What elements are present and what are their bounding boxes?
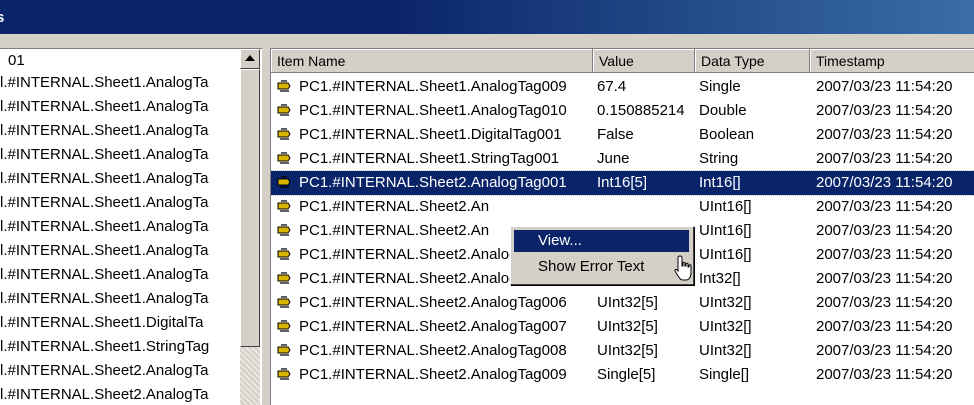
table-row[interactable]: PC1.#INTERNAL.Sheet1.AnalogTag009 67.4 Sin… <box>271 75 974 99</box>
tree-item[interactable]: l.#INTERNAL.Sheet1.AnalogTa <box>0 73 208 93</box>
tag-icon <box>277 80 291 92</box>
scroll-thumb[interactable] <box>240 69 260 347</box>
tree-item[interactable]: l.#INTERNAL.Sheet1.AnalogTa <box>0 265 208 285</box>
tree-item[interactable]: l.#INTERNAL.Sheet1.AnalogTa <box>0 97 208 117</box>
tag-icon <box>277 176 291 188</box>
tag-icon <box>277 368 291 380</box>
table-row[interactable]: PC1.#INTERNAL.Sheet1.DigitalTag001 False B… <box>271 123 974 147</box>
column-header-value[interactable]: Value <box>593 49 695 73</box>
tree-pane[interactable]: 01 l.#INTERNAL.Sheet1.AnalogTa l.#INTERN… <box>0 48 262 405</box>
tag-icon <box>277 104 291 116</box>
tree-item[interactable]: l.#INTERNAL.Sheet1.DigitalTa <box>0 313 203 333</box>
tree-item[interactable]: l.#INTERNAL.Sheet1.AnalogTa <box>0 145 208 165</box>
tag-icon <box>277 272 291 284</box>
menu-item-view[interactable]: View... <box>514 230 689 252</box>
mouse-pointer-icon <box>674 255 692 281</box>
cell-data-type: UInt16[] <box>699 198 752 215</box>
table-row[interactable]: PC1.#INTERNAL.Sheet2.AnalogTag008 UInt32[… <box>271 339 974 363</box>
cell-value: UInt32[5] <box>597 294 658 311</box>
cell-item-name: PC1.#INTERNAL.Sheet1.AnalogTag009 <box>299 78 567 95</box>
window-title: s <box>0 9 5 26</box>
cell-timestamp: 2007/03/23 11:54:20 <box>816 366 953 383</box>
tree-item[interactable]: l.#INTERNAL.Sheet1.StringTag <box>0 337 209 357</box>
cell-timestamp: 2007/03/23 11:54:20 <box>816 222 953 239</box>
column-header-timestamp[interactable]: Timestamp <box>810 49 974 73</box>
cell-timestamp: 2007/03/23 11:54:20 <box>816 150 953 167</box>
cell-data-type: Int32[] <box>699 270 741 287</box>
cell-data-type: Double <box>699 102 747 119</box>
cell-data-type: Single <box>699 78 741 95</box>
cell-data-type: UInt32[] <box>699 318 752 335</box>
tree-item[interactable]: l.#INTERNAL.Sheet2.AnalogTa <box>0 361 208 381</box>
cell-timestamp: 2007/03/23 11:54:20 <box>816 318 953 335</box>
menu-item-show-error-text[interactable]: Show Error Text <box>514 256 689 278</box>
cell-value: Int16[5] <box>597 174 648 191</box>
cell-item-name: PC1.#INTERNAL.Sheet2.AnalogTag007 <box>299 318 567 335</box>
cell-value: 67.4 <box>597 78 627 95</box>
cell-data-type: UInt16[] <box>699 222 752 239</box>
cell-data-type: UInt32[] <box>699 342 752 359</box>
tag-icon <box>277 248 291 260</box>
tree-item[interactable]: l.#INTERNAL.Sheet1.AnalogTa <box>0 193 208 213</box>
tag-icon <box>277 296 291 308</box>
cell-item-name: PC1.#INTERNAL.Sheet2.An <box>299 198 490 215</box>
cell-item-name: PC1.#INTERNAL.Sheet2.AnalogTag008 <box>299 342 567 359</box>
table-row[interactable]: PC1.#INTERNAL.Sheet2.AnalogTag001 Int16[5… <box>271 170 974 196</box>
cell-data-type: String <box>699 150 739 167</box>
tree-item[interactable]: l.#INTERNAL.Sheet1.AnalogTa <box>0 241 208 261</box>
column-header-data-type[interactable]: Data Type <box>695 49 810 73</box>
tree-item[interactable]: l.#INTERNAL.Sheet1.AnalogTa <box>0 121 208 141</box>
tree-item[interactable]: 01 <box>8 51 25 71</box>
cell-timestamp: 2007/03/23 11:54:20 <box>816 270 953 287</box>
tree-item[interactable]: l.#INTERNAL.Sheet2.AnalogTa <box>0 385 208 405</box>
cell-data-type: UInt32[] <box>699 294 752 311</box>
cell-value: June <box>597 150 630 167</box>
cell-timestamp: 2007/03/23 11:54:20 <box>816 126 953 143</box>
cell-value: Single[5] <box>597 366 656 383</box>
table-row[interactable]: PC1.#INTERNAL.Sheet2.AnalogTag007 UInt32[… <box>271 315 974 339</box>
cell-timestamp: 2007/03/23 11:54:20 <box>816 198 953 215</box>
tree-item[interactable]: l.#INTERNAL.Sheet1.AnalogTa <box>0 289 208 309</box>
cell-timestamp: 2007/03/23 11:54:20 <box>816 342 953 359</box>
cell-data-type: Int16[] <box>699 174 741 191</box>
tag-icon <box>277 344 291 356</box>
cell-item-name: PC1.#INTERNAL.Sheet1.StringTag001 <box>299 150 560 167</box>
table-row[interactable]: PC1.#INTERNAL.Sheet2.AnalogTag009 Single[… <box>271 363 974 387</box>
cell-item-name: PC1.#INTERNAL.Sheet2.AnalogTag009 <box>299 366 567 383</box>
cell-timestamp: 2007/03/23 11:54:20 <box>816 174 953 191</box>
tag-icon <box>277 152 291 164</box>
cell-value: UInt32[5] <box>597 342 658 359</box>
cell-data-type: UInt16[] <box>699 246 752 263</box>
cell-timestamp: 2007/03/23 11:54:20 <box>816 102 953 119</box>
cell-data-type: Single[] <box>699 366 750 383</box>
tree-scrollbar[interactable] <box>240 49 260 405</box>
table-row[interactable]: PC1.#INTERNAL.Sheet2.An UInt16[] 2007/03/2… <box>271 195 974 219</box>
column-header-item-name[interactable]: Item Name <box>271 49 593 73</box>
cell-timestamp: 2007/03/23 11:54:20 <box>816 246 953 263</box>
cell-value: False <box>597 126 634 143</box>
tag-icon <box>277 224 291 236</box>
cell-item-name: PC1.#INTERNAL.Sheet1.DigitalTag001 <box>299 126 562 143</box>
cell-data-type: Boolean <box>699 126 755 143</box>
tree-item[interactable]: l.#INTERNAL.Sheet1.AnalogTa <box>0 217 208 237</box>
tag-icon <box>277 200 291 212</box>
context-menu: View... Show Error Text <box>510 226 694 285</box>
table-row[interactable]: PC1.#INTERNAL.Sheet1.StringTag001 June Str… <box>271 147 974 171</box>
cell-value: UInt32[5] <box>597 318 658 335</box>
cell-value: 0.150885214 <box>597 102 685 119</box>
cell-item-name: PC1.#INTERNAL.Sheet2.AnalogTag001 <box>299 174 567 191</box>
tag-icon <box>277 320 291 332</box>
tag-icon <box>277 128 291 140</box>
tree-item[interactable]: l.#INTERNAL.Sheet1.AnalogTa <box>0 169 208 189</box>
title-bar: s <box>0 0 974 34</box>
cell-item-name: PC1.#INTERNAL.Sheet2.AnalogTag006 <box>299 294 567 311</box>
table-row[interactable]: PC1.#INTERNAL.Sheet2.AnalogTag006 UInt32[… <box>271 291 974 315</box>
table-row[interactable]: PC1.#INTERNAL.Sheet1.AnalogTag010 0.15088… <box>271 99 974 123</box>
cell-timestamp: 2007/03/23 11:54:20 <box>816 78 953 95</box>
cell-item-name: PC1.#INTERNAL.Sheet1.AnalogTag010 <box>299 102 567 119</box>
scroll-up-arrow-icon[interactable] <box>240 49 260 69</box>
cell-timestamp: 2007/03/23 11:54:20 <box>816 294 953 311</box>
